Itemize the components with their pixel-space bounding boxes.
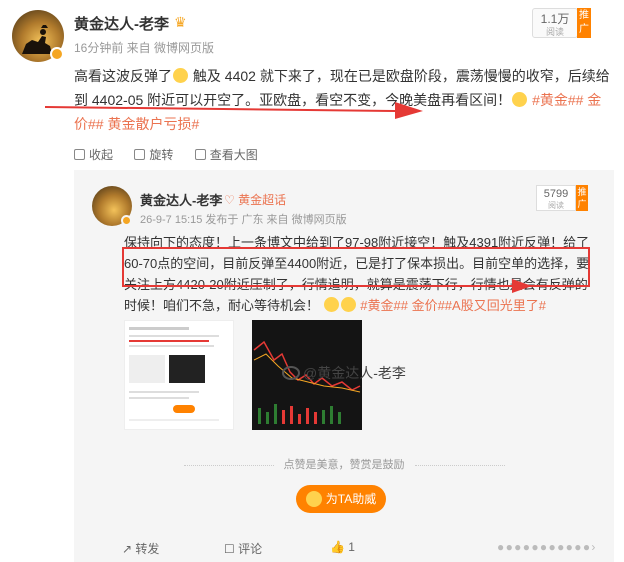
view-count-label: 阅读: [545, 27, 564, 37]
author-name[interactable]: 黄金达人-老李: [74, 13, 169, 34]
share-button[interactable]: ↗ 转发: [122, 540, 159, 557]
rotate-action[interactable]: 旋转: [134, 148, 173, 162]
repost-view-count-badge: 5799 阅读: [536, 185, 576, 211]
rotate-label: 旋转: [149, 148, 174, 162]
comment-label: 评论: [238, 542, 263, 556]
emoji-icon: [512, 92, 528, 107]
rotate-icon: [134, 149, 146, 160]
repost-author-name[interactable]: 黄金达人-老李: [140, 190, 222, 209]
verified-badge-icon: [121, 215, 132, 226]
view-large-label: 查看大图: [209, 148, 258, 162]
super-topic-tag[interactable]: ♡ 黄金超话: [224, 191, 286, 208]
repost-card[interactable]: 黄金达人-老李 ♡ 黄金超话 26-9-7 15:15 发布于 广东 来自 微博…: [74, 170, 614, 562]
more-actions-icon[interactable]: ● ● ● ● ● ● ● ● ● ● ● ›: [497, 540, 595, 554]
view-count-badge: 1.1万 阅读: [532, 8, 578, 38]
repost-topics[interactable]: #黄金## 金价##A股又回光里了#: [360, 298, 546, 313]
watermark-text: @黄金达人-老李: [303, 365, 406, 381]
collapse-icon: [74, 149, 85, 160]
image-watermark: @黄金达人-老李: [282, 363, 406, 383]
like-icon: 👍: [330, 540, 345, 554]
comment-button[interactable]: ☐ 评论: [224, 540, 262, 557]
promote-button[interactable]: 推广: [577, 8, 591, 38]
like-button[interactable]: 👍 1: [330, 540, 355, 554]
annotation-arrow: [45, 102, 423, 119]
repost-view-count: 5799: [543, 188, 569, 200]
post-meta: 16分钟前 来自 微博网页版: [74, 41, 215, 55]
screenshot-thumbnail[interactable]: [124, 320, 234, 430]
support-button-label: 为TA助威: [325, 492, 377, 506]
collect-label: 收起: [89, 148, 114, 162]
repost-view-count-label: 阅读: [548, 201, 564, 210]
image-actions: 收起 旋转 查看大图: [74, 146, 276, 163]
collect-action[interactable]: 收起: [74, 148, 113, 162]
crown-icon: ♛: [174, 14, 187, 30]
verified-badge-icon: [50, 47, 64, 61]
repost-promote-button[interactable]: 推广: [576, 185, 588, 211]
zoom-icon: [194, 149, 206, 160]
share-label: 转发: [135, 542, 160, 556]
post-text-a: 高看这波反弹了: [74, 68, 172, 84]
like-count: 1: [348, 540, 355, 554]
support-icon: [305, 491, 322, 507]
repost-meta: 26-9-7 15:15 发布于 广东 来自 微博网页版: [140, 214, 347, 226]
emoji-icon: [173, 68, 188, 83]
weibo-logo-icon: [282, 366, 300, 380]
reward-note: 点赞是美意，赞赏是鼓励: [74, 456, 614, 472]
weibo-post: 黄金达人-老李 ♛ 16分钟前 来自 微博网页版 1.1万 阅读 推广 高看这波…: [0, 0, 624, 562]
view-count: 1.1万: [540, 12, 570, 26]
annotation-arrow: [454, 279, 532, 293]
reward-note-text: 点赞是美意，赞赏是鼓励: [283, 459, 405, 471]
support-button[interactable]: 为TA助威: [296, 485, 386, 513]
super-topic-label: 黄金超话: [238, 193, 287, 207]
view-large-action[interactable]: 查看大图: [194, 148, 258, 162]
emoji-icon: [340, 297, 356, 312]
emoji-icon: [323, 297, 339, 312]
